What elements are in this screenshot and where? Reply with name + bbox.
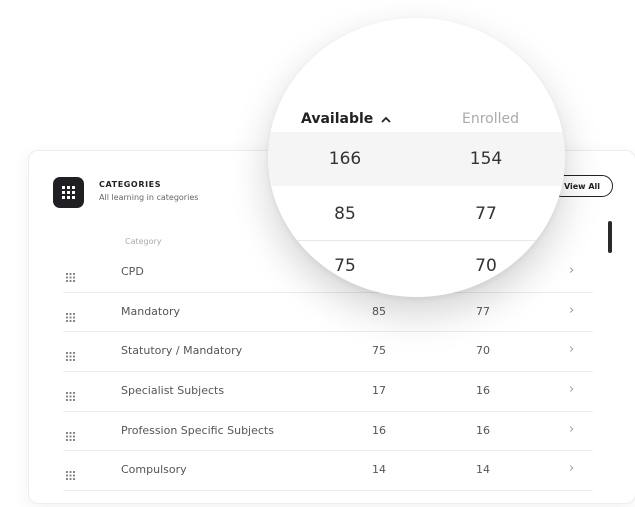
row-enrolled-count: 77 — [476, 304, 490, 318]
magnified-enrolled-count: 70 — [475, 256, 497, 276]
row-available-count: 14 — [372, 463, 386, 477]
grid-icon — [66, 386, 75, 405]
row-category-name: Mandatory — [121, 304, 181, 318]
magnifier-lens: Available Enrolled 166 154 85 77 75 70 — [268, 18, 565, 297]
table-row[interactable]: Specialist Subjects 17 16 › — [63, 372, 593, 412]
magnified-row: 166 154 — [268, 132, 565, 186]
magnified-row: 85 77 — [268, 186, 565, 241]
card-title: CATEGORIES — [99, 180, 162, 189]
row-category-name: Statutory / Mandatory — [121, 344, 243, 358]
category-column-header: Category — [125, 237, 162, 246]
chevron-right-icon[interactable]: › — [569, 422, 574, 437]
table-row[interactable]: Mandatory 85 77 › — [63, 293, 593, 333]
table-row[interactable]: Statutory / Mandatory 75 70 › — [63, 332, 593, 373]
chevron-right-icon[interactable]: › — [569, 382, 574, 397]
row-available-count: 75 — [372, 344, 386, 358]
magnified-row: 75 70 — [268, 241, 565, 295]
magnified-available-count: 166 — [328, 149, 362, 169]
row-available-count: 85 — [372, 304, 386, 318]
row-category-name: Profession Specific Subjects — [121, 423, 274, 437]
categories-grid-icon — [53, 177, 84, 208]
chevron-right-icon[interactable]: › — [569, 461, 574, 476]
chevron-right-icon[interactable]: › — [569, 263, 574, 278]
magnified-enrolled-count: 154 — [469, 149, 503, 169]
magnified-enrolled-count: 77 — [475, 204, 497, 224]
scrollbar[interactable] — [608, 221, 612, 253]
row-enrolled-count: 16 — [476, 384, 490, 398]
chevron-up-icon — [381, 116, 391, 123]
available-header-label: Available — [301, 111, 374, 127]
chevron-right-icon[interactable]: › — [569, 303, 574, 318]
grid-icon — [66, 267, 75, 286]
row-category-name: Compulsory — [121, 463, 187, 477]
available-column-header[interactable]: Available — [301, 111, 391, 127]
grid-icon — [66, 346, 75, 365]
magnified-available-count: 85 — [334, 204, 356, 224]
chevron-right-icon[interactable]: › — [569, 342, 574, 357]
row-category-name: CPD — [121, 265, 144, 278]
row-available-count: 17 — [372, 384, 386, 398]
card-subtitle: All learning in categories — [99, 193, 199, 202]
row-available-count: 16 — [372, 423, 386, 437]
table-row[interactable]: Compulsory 14 14 › — [63, 451, 593, 492]
row-category-name: Specialist Subjects — [121, 384, 225, 398]
grid-icon — [66, 426, 75, 445]
grid-icon — [66, 307, 75, 326]
enrolled-column-header[interactable]: Enrolled — [462, 111, 519, 127]
row-enrolled-count: 16 — [476, 423, 490, 437]
row-enrolled-count: 14 — [476, 463, 490, 477]
table-row[interactable]: Profession Specific Subjects 16 16 › — [63, 412, 593, 452]
row-enrolled-count: 70 — [476, 344, 490, 358]
grid-icon — [66, 465, 75, 484]
magnified-available-count: 75 — [334, 256, 356, 276]
